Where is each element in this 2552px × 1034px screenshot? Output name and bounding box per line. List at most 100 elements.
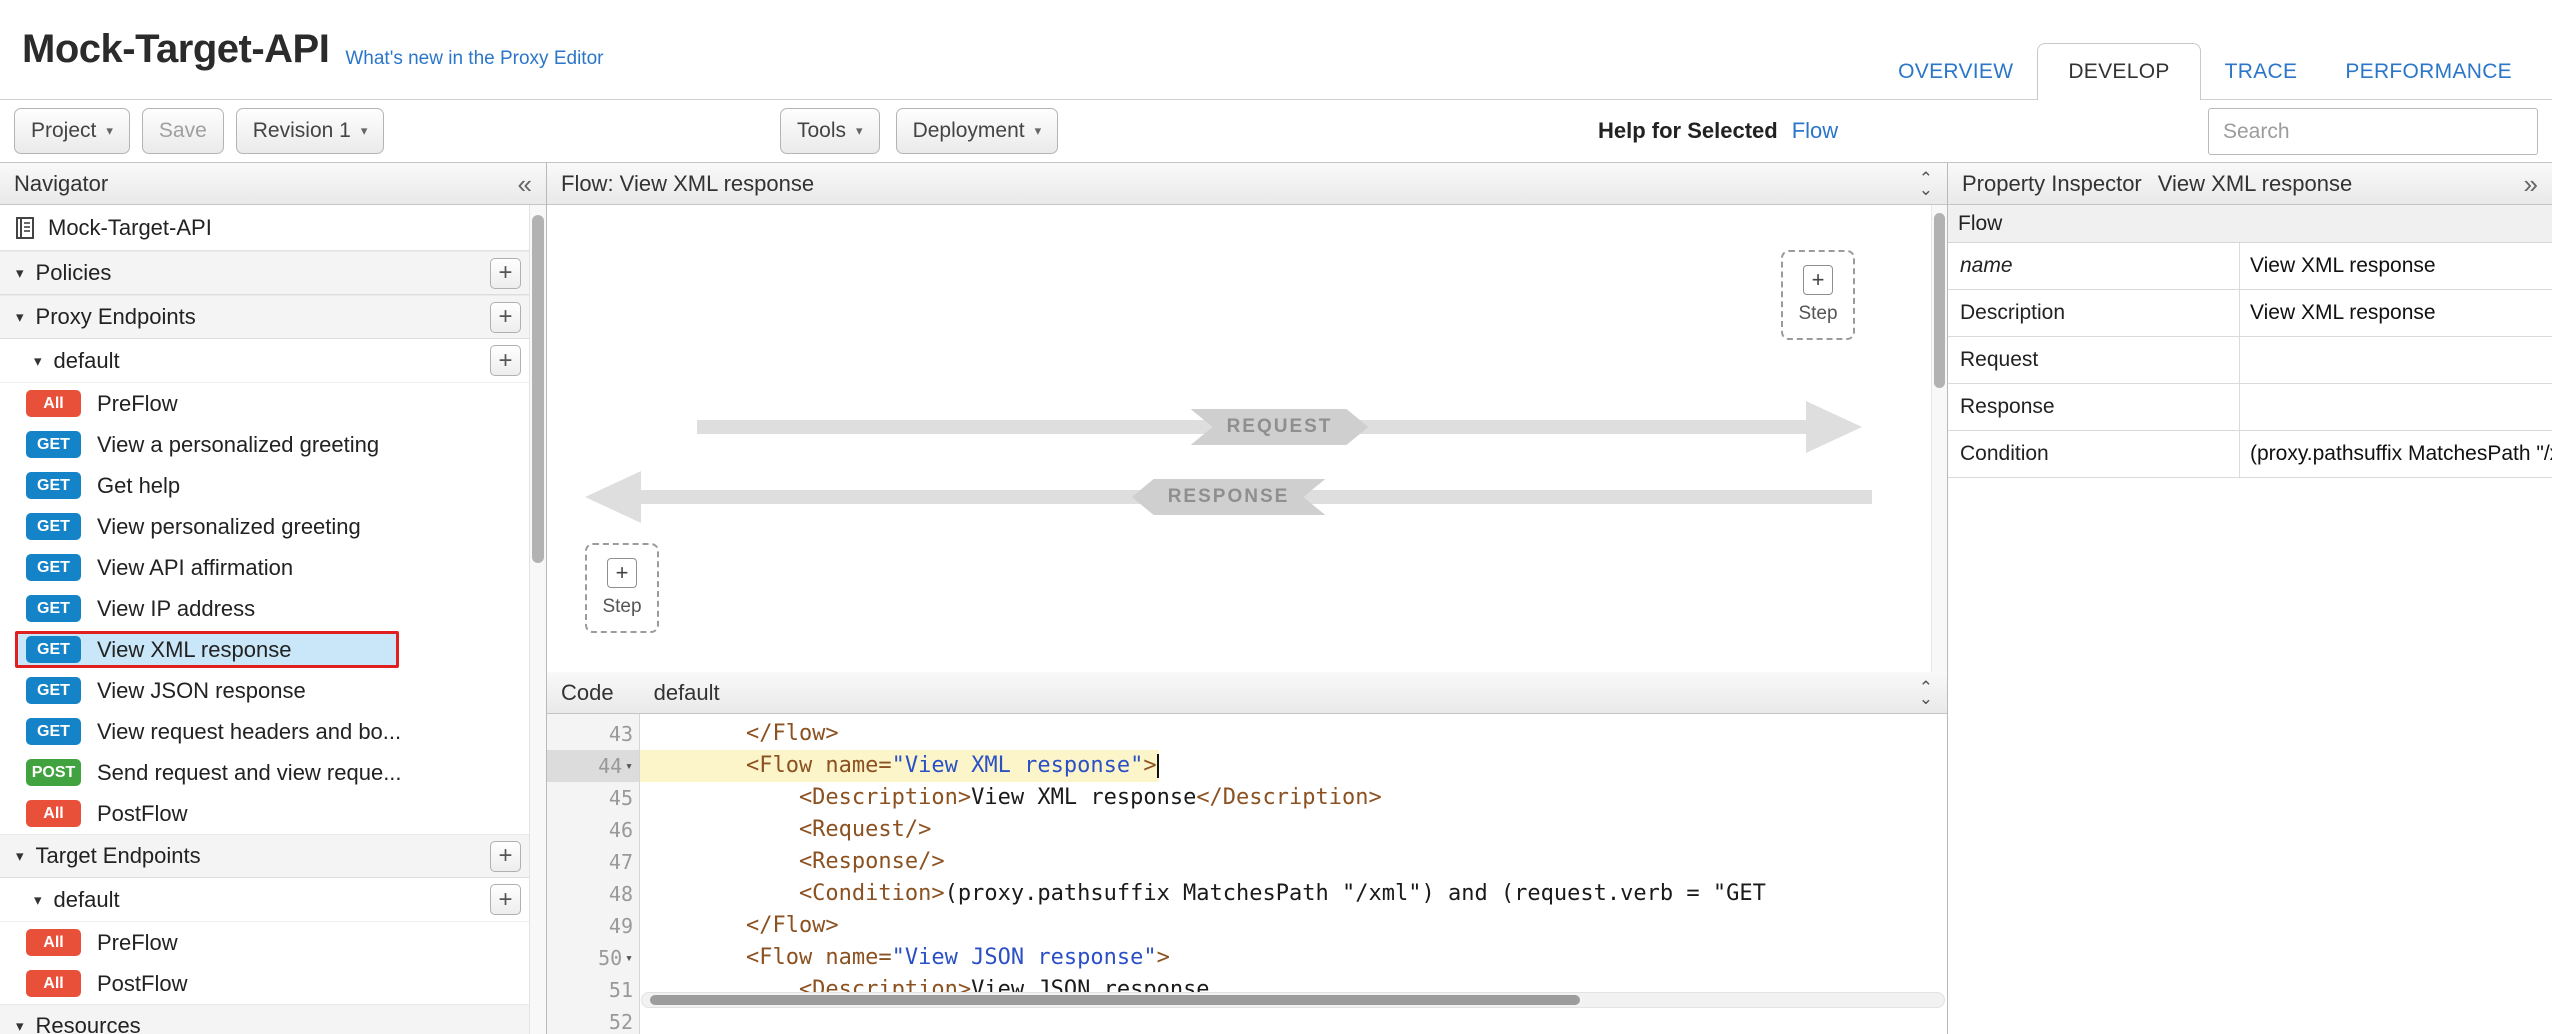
project-menu-label: Project <box>31 119 96 143</box>
toolbar: Project ▾ Save Revision 1 ▾ Tools ▾ Depl… <box>0 100 2552 163</box>
line-number: 49 <box>547 910 639 942</box>
disclosure-triangle-icon[interactable]: ▾ <box>16 308 24 326</box>
disclosure-triangle-icon[interactable]: ▾ <box>34 352 42 370</box>
nav-flow-send-request[interactable]: POST Send request and view reque... <box>0 752 529 793</box>
add-flow-button[interactable]: + <box>490 345 521 376</box>
help-flow-link[interactable]: Flow <box>1792 118 1838 144</box>
search-input[interactable] <box>2208 108 2538 155</box>
line-number: 45 <box>547 782 639 814</box>
deployment-menu-button[interactable]: Deployment ▾ <box>896 108 1059 154</box>
add-proxy-endpoint-button[interactable]: + <box>490 302 521 333</box>
tab-develop[interactable]: DEVELOP <box>2037 43 2200 100</box>
code-lines[interactable]: </Flow> <Flow name="View XML response"> … <box>640 714 1947 1034</box>
nav-flow-target-postflow[interactable]: All PostFlow <box>0 963 529 1004</box>
code-line[interactable]: </Flow> <box>640 910 1947 942</box>
nav-flow-view-json-response[interactable]: GET View JSON response <box>0 670 529 711</box>
nav-section-proxy-endpoints[interactable]: ▾ Proxy Endpoints + <box>0 295 529 339</box>
nav-flow-view-request-headers[interactable]: GET View request headers and bo... <box>0 711 529 752</box>
nav-section-target-endpoints[interactable]: ▾ Target Endpoints + <box>0 834 529 878</box>
collapse-pane-icon[interactable]: ⌃ ⌄ <box>1919 173 1933 195</box>
disclosure-triangle-icon[interactable]: ▾ <box>16 1017 24 1034</box>
inspector-row-response: Response <box>1948 384 2552 431</box>
nav-flow-view-a-personalized-greeting[interactable]: GET View a personalized greeting <box>0 424 529 465</box>
nav-group-proxy-default[interactable]: ▾ default + <box>0 339 529 383</box>
nav-root-proxy[interactable]: Mock-Target-API <box>0 205 529 251</box>
disclosure-triangle-icon[interactable]: ▾ <box>16 847 24 865</box>
flow-scrollbar-thumb[interactable] <box>1934 213 1945 388</box>
code-editor[interactable]: 43 44▾ 45 46 47 48 49 50▾ 51 52 </Flow> … <box>547 714 1947 1034</box>
nav-group-target-default[interactable]: ▾ default + <box>0 878 529 922</box>
property-value[interactable]: View XML response <box>2240 243 2552 289</box>
navigator-scrollbar-thumb[interactable] <box>532 215 544 563</box>
tab-performance[interactable]: PERFORMANCE <box>2321 44 2536 100</box>
nav-flow-postflow[interactable]: All PostFlow <box>0 793 529 834</box>
fold-marker-icon[interactable]: ▾ <box>625 951 633 966</box>
add-target-flow-button[interactable]: + <box>490 884 521 915</box>
tools-menu-button[interactable]: Tools ▾ <box>780 108 880 154</box>
add-step-button-response[interactable]: + Step <box>585 543 659 633</box>
section-label: Target Endpoints <box>36 843 201 869</box>
code-panel: Code default ⌃ ⌄ 43 44▾ 45 46 47 48 49 5… <box>547 672 1947 1034</box>
code-line[interactable] <box>640 1006 1947 1034</box>
method-badge: All <box>26 970 81 997</box>
tab-trace[interactable]: TRACE <box>2201 44 2322 100</box>
section-label: Resources <box>36 1013 141 1034</box>
response-arrowhead-icon <box>585 471 641 523</box>
tab-overview[interactable]: OVERVIEW <box>1874 44 2037 100</box>
method-badge: GET <box>26 472 81 499</box>
request-flow-arrow: REQUEST <box>697 401 1862 453</box>
add-step-button-request[interactable]: + Step <box>1781 250 1855 340</box>
nav-flow-view-ip-address[interactable]: GET View IP address <box>0 588 529 629</box>
code-horizontal-scrollbar <box>641 992 1945 1008</box>
nav-flow-view-personalized-greeting[interactable]: GET View personalized greeting <box>0 506 529 547</box>
property-inspector-subtitle: View XML response <box>2158 171 2352 197</box>
disclosure-triangle-icon[interactable]: ▾ <box>16 264 24 282</box>
inspector-section-flow: Flow <box>1948 205 2552 243</box>
code-line[interactable]: <Response/> <box>640 846 1947 878</box>
collapse-panel-icon[interactable]: « <box>518 171 532 197</box>
toolbar-left-group: Project ▾ Save Revision 1 ▾ <box>14 108 384 154</box>
group-label: default <box>54 887 120 913</box>
code-tab-default[interactable]: default <box>654 680 720 706</box>
nav-flow-get-help[interactable]: GET Get help <box>0 465 529 506</box>
code-line[interactable]: <Condition>(proxy.pathsuffix MatchesPath… <box>640 878 1947 910</box>
whats-new-link[interactable]: What's new in the Proxy Editor <box>345 48 603 70</box>
code-horizontal-scrollbar-thumb[interactable] <box>650 995 1580 1005</box>
property-inspector-panel: Property Inspector View XML response » F… <box>1948 163 2552 1034</box>
collapse-pane-icon[interactable]: ⌃ ⌄ <box>1919 682 1933 704</box>
nav-flow-target-preflow[interactable]: All PreFlow <box>0 922 529 963</box>
disclosure-triangle-icon[interactable]: ▾ <box>34 891 42 909</box>
center-panel: Flow: View XML response ⌃ ⌄ + Step REQUE… <box>547 163 1948 1034</box>
code-line[interactable]: <Description>View XML response</Descript… <box>640 782 1947 814</box>
nav-section-resources-partial[interactable]: ▾ Resources <box>0 1004 529 1034</box>
code-line[interactable]: <Request/> <box>640 814 1947 846</box>
flow-panel-header: Flow: View XML response ⌃ ⌄ <box>547 163 1947 205</box>
selected-flow-highlight[interactable]: GET View XML response <box>15 631 399 668</box>
add-target-endpoint-button[interactable]: + <box>490 841 521 872</box>
expand-panel-icon[interactable]: » <box>2524 171 2538 197</box>
inspector-row-request: Request <box>1948 337 2552 384</box>
method-badge: GET <box>26 677 81 704</box>
property-value[interactable]: (proxy.pathsuffix MatchesPath "/x <box>2240 431 2552 477</box>
nav-section-policies[interactable]: ▾ Policies + <box>0 251 529 295</box>
property-label: name <box>1948 243 2240 289</box>
code-panel-header: Code default ⌃ ⌄ <box>547 672 1947 714</box>
revision-menu-button[interactable]: Revision 1 ▾ <box>236 108 385 154</box>
line-number: 48 <box>547 878 639 910</box>
flow-label: View request headers and bo... <box>97 719 401 745</box>
code-line-active[interactable]: <Flow name="View XML response"> <box>640 750 1947 782</box>
property-value[interactable] <box>2240 384 2552 430</box>
fold-marker-icon[interactable]: ▾ <box>625 759 633 774</box>
project-menu-button[interactable]: Project ▾ <box>14 108 130 154</box>
save-button[interactable]: Save <box>142 108 224 154</box>
property-value[interactable] <box>2240 337 2552 383</box>
nav-flow-view-xml-response-selected[interactable]: GET View XML response <box>0 629 529 670</box>
add-policy-button[interactable]: + <box>490 258 521 289</box>
property-value[interactable]: View XML response <box>2240 290 2552 336</box>
code-line[interactable]: <Flow name="View JSON response"> <box>640 942 1947 974</box>
nav-flow-preflow[interactable]: All PreFlow <box>0 383 529 424</box>
code-line[interactable]: </Flow> <box>640 718 1947 750</box>
method-badge: GET <box>26 554 81 581</box>
nav-flow-view-api-affirmation[interactable]: GET View API affirmation <box>0 547 529 588</box>
nav-root-label: Mock-Target-API <box>48 215 212 241</box>
